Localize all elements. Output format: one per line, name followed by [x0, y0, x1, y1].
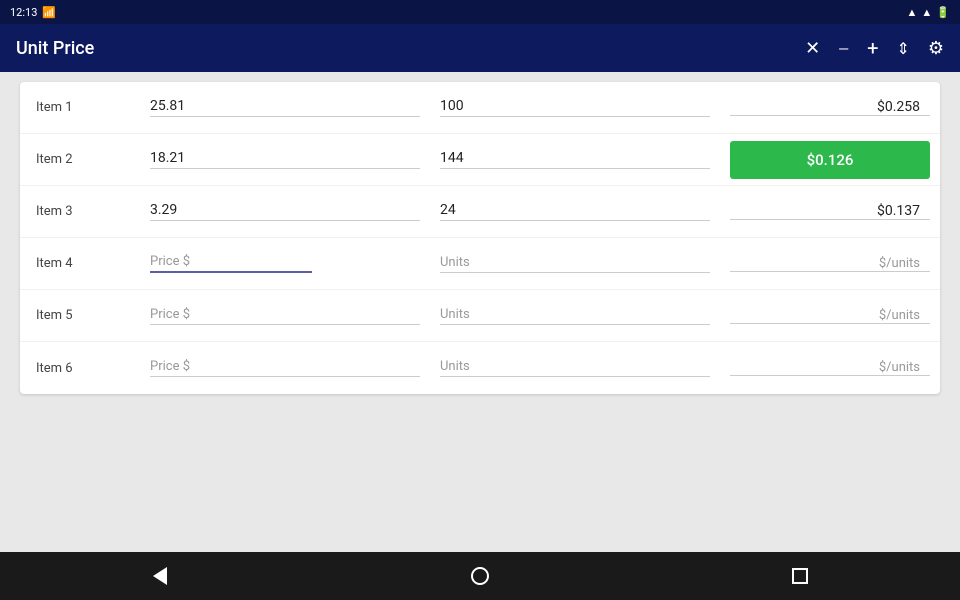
- price-underline: [150, 324, 420, 325]
- units-input-cell[interactable]: Units: [430, 255, 720, 273]
- highlighted-result: $0.126: [730, 141, 930, 179]
- result-cell-highlight: $0.126: [720, 141, 940, 179]
- signal-icon: ▲: [921, 6, 932, 19]
- result-underline: [730, 219, 930, 220]
- table-row: Item 3 3.29 24 $0.137: [20, 186, 940, 238]
- price-underline-active: [150, 271, 312, 273]
- add-button[interactable]: [867, 36, 878, 60]
- price-underline: [150, 116, 420, 117]
- close-button[interactable]: [805, 38, 820, 59]
- result-placeholder: $/units: [730, 256, 930, 271]
- price-value: 25.81: [150, 98, 420, 116]
- table-row[interactable]: Item 6 Price $ Units $/units: [20, 342, 940, 394]
- status-right: ▲ ▲ 🔋: [907, 6, 950, 19]
- units-value: 100: [440, 98, 710, 116]
- table-row: Item 2 18.21 144 $0.126: [20, 134, 940, 186]
- result-underline: [730, 375, 930, 376]
- item-label: Item 1: [20, 100, 140, 115]
- nav-bar: [0, 552, 960, 600]
- title-bar: Unit Price: [0, 24, 960, 72]
- result-cell: $0.258: [720, 99, 940, 116]
- item-label: Item 3: [20, 204, 140, 219]
- units-cell[interactable]: 24: [430, 202, 720, 221]
- status-left: 12:13 📶: [10, 6, 56, 19]
- units-cell[interactable]: 144: [430, 150, 720, 169]
- price-placeholder: Price $: [150, 359, 420, 376]
- price-input-cell[interactable]: Price $: [140, 359, 430, 377]
- item-label: Item 2: [20, 152, 140, 167]
- wifi-icon: ▲: [907, 6, 918, 19]
- price-value: 3.29: [150, 202, 420, 220]
- price-cell[interactable]: 3.29: [140, 202, 430, 221]
- main-content: Item 1 25.81 100 $0.258: [0, 72, 960, 404]
- status-bar: 12:13 📶 ▲ ▲ 🔋: [0, 0, 960, 24]
- price-cell[interactable]: 25.81: [140, 98, 430, 117]
- result-placeholder: $/units: [730, 308, 930, 323]
- title-bar-actions: [805, 36, 944, 60]
- minimize-button[interactable]: [838, 38, 849, 59]
- units-underline: [440, 272, 710, 273]
- result-placeholder-cell: $/units: [720, 308, 940, 324]
- result-cell: $0.137: [720, 203, 940, 220]
- time: 12:13: [10, 6, 37, 19]
- price-underline: [150, 376, 420, 377]
- units-placeholder: Units: [440, 255, 710, 272]
- back-button[interactable]: [130, 552, 190, 600]
- item-label: Item 4: [20, 256, 140, 271]
- settings-button[interactable]: [928, 38, 944, 59]
- units-placeholder: Units: [440, 307, 710, 324]
- result-value: $0.258: [730, 99, 930, 115]
- units-value: 144: [440, 150, 710, 168]
- units-input-cell[interactable]: Units: [430, 307, 720, 325]
- price-underline: [150, 220, 420, 221]
- result-underline: [730, 271, 930, 272]
- price-placeholder: Price $: [150, 254, 420, 271]
- result-underline: [730, 323, 930, 324]
- table-row[interactable]: Item 4 Price $ Units $/units: [20, 238, 940, 290]
- table-container: Item 1 25.81 100 $0.258: [20, 82, 940, 394]
- result-value: $0.137: [730, 203, 930, 219]
- units-placeholder: Units: [440, 359, 710, 376]
- result-placeholder-cell: $/units: [720, 256, 940, 272]
- item-label: Item 6: [20, 361, 140, 376]
- price-value: 18.21: [150, 150, 420, 168]
- status-icons: 📶: [42, 6, 56, 19]
- table-row: Item 1 25.81 100 $0.258: [20, 82, 940, 134]
- units-underline: [440, 116, 710, 117]
- units-input-cell[interactable]: Units: [430, 359, 720, 377]
- price-input-cell[interactable]: Price $: [140, 254, 430, 273]
- result-placeholder: $/units: [730, 360, 930, 375]
- units-underline: [440, 168, 710, 169]
- price-input-cell[interactable]: Price $: [140, 307, 430, 325]
- price-placeholder: Price $: [150, 307, 420, 324]
- units-underline: [440, 376, 710, 377]
- units-value: 24: [440, 202, 710, 220]
- recent-button[interactable]: [770, 552, 830, 600]
- price-cell[interactable]: 18.21: [140, 150, 430, 169]
- result-placeholder-cell: $/units: [720, 360, 940, 376]
- result-underline: [730, 115, 930, 116]
- item-label: Item 5: [20, 308, 140, 323]
- home-button[interactable]: [450, 552, 510, 600]
- battery-icon: 🔋: [936, 6, 950, 19]
- table-row[interactable]: Item 5 Price $ Units $/units: [20, 290, 940, 342]
- units-cell[interactable]: 100: [430, 98, 720, 117]
- units-underline: [440, 220, 710, 221]
- page-title: Unit Price: [16, 38, 94, 59]
- resize-button[interactable]: [896, 38, 909, 59]
- units-underline: [440, 324, 710, 325]
- price-underline: [150, 168, 420, 169]
